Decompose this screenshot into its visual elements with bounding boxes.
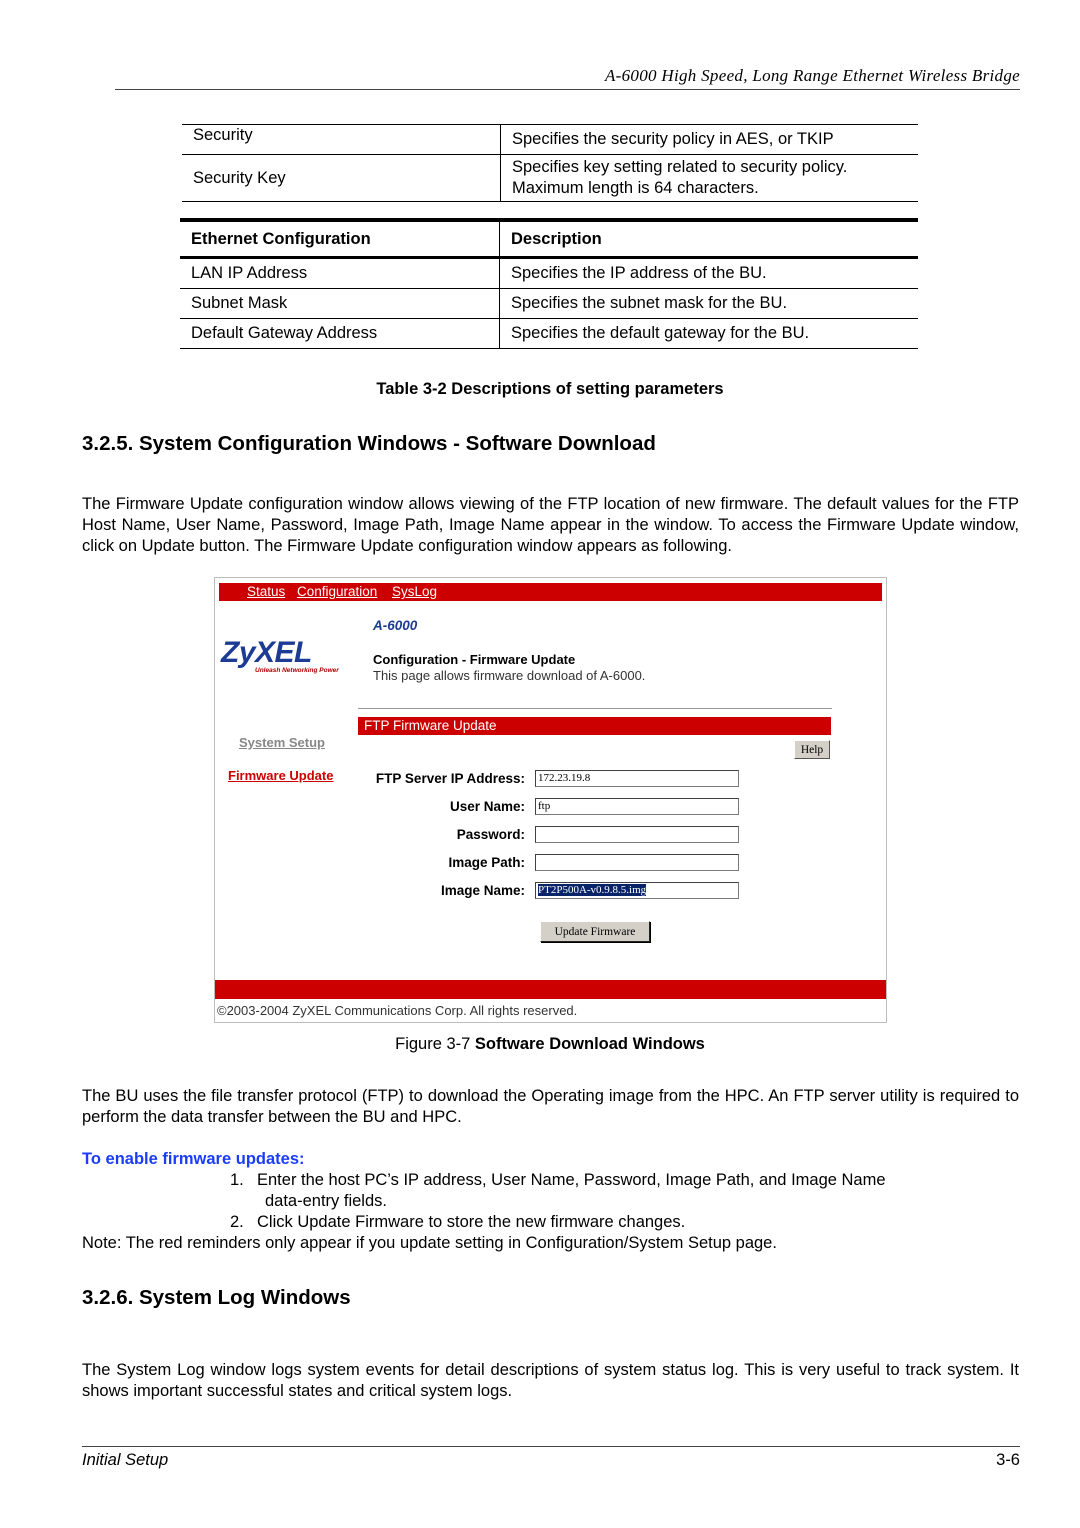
param-name: Default Gateway Address (180, 318, 500, 349)
table-row: LAN IP Address Specifies the IP address … (180, 257, 918, 289)
description-line: Specifies key setting related to securit… (512, 158, 848, 176)
image-name-label: Image Name: (440, 883, 525, 898)
procedure-heading: To enable firmware updates: (82, 1150, 305, 1168)
figure-number: Figure 3-7 (395, 1035, 475, 1053)
param-description: Specifies the subnet mask for the BU. (499, 288, 918, 319)
sidebar-item-system-setup[interactable]: System Setup (239, 735, 325, 750)
running-header: A-6000 High Speed, Long Range Ethernet W… (604, 66, 1020, 85)
ftp-server-ip-label: FTP Server IP Address: (375, 771, 525, 786)
figure-title: Software Download Windows (474, 1035, 705, 1053)
help-button[interactable]: Help (794, 740, 830, 759)
divider (358, 708, 832, 709)
section-heading-326: 3.2.6. System Log Windows (82, 1286, 351, 1309)
step-text: Enter the host PC’s IP address, User Nam… (257, 1171, 886, 1189)
logo-wordmark: ZyXEL (221, 636, 312, 669)
column-header: Description (499, 218, 918, 259)
image-name-input[interactable]: PT2P500A-v0.9.8.5.img (535, 882, 739, 899)
password-input[interactable] (535, 826, 739, 843)
image-path-input[interactable] (535, 854, 739, 871)
param-description: Specifies the security policy in AES, or… (500, 124, 918, 155)
param-name: LAN IP Address (180, 257, 500, 289)
nav-link-status[interactable]: Status (247, 583, 285, 601)
paragraph-text: The System Log window logs system events… (82, 1361, 1019, 1400)
footer-rule (82, 1446, 1020, 1447)
step-number: 2. (230, 1213, 244, 1231)
param-description: Specifies the default gateway for the BU… (499, 318, 918, 349)
nav-link-syslog[interactable]: SysLog (392, 583, 437, 601)
figure-caption: Figure 3-7 Software Download Windows (0, 1035, 1080, 1054)
step-text-continued: data-entry fields. (265, 1192, 387, 1210)
step-number: 1. (230, 1171, 244, 1189)
footer-bar (215, 980, 886, 999)
param-description: Specifies the IP address of the BU. (499, 257, 918, 289)
zyxel-logo: ZyXEL Unleash Networking Power (221, 638, 356, 678)
model-name: A-6000 (373, 618, 418, 633)
header-rule (115, 89, 1020, 90)
section-heading-325: 3.2.5. System Configuration Windows - So… (82, 432, 656, 455)
step-text: Click Update Firmware to store the new f… (257, 1213, 686, 1231)
table-row: Subnet Mask Specifies the subnet mask fo… (180, 288, 918, 319)
section-325-intro: The Firmware Update configuration window… (82, 494, 1019, 557)
column-header: Ethernet Configuration (180, 218, 500, 259)
top-nav-bar: Status Configuration SysLog (219, 583, 882, 601)
user-name-input[interactable]: ftp (535, 798, 739, 815)
param-name: Security (182, 124, 501, 155)
security-table: Security Specifies the security policy i… (182, 124, 918, 202)
update-firmware-button[interactable]: Update Firmware (540, 921, 650, 942)
note-text: Note: The red reminders only appear if y… (82, 1234, 777, 1252)
description-line: Maximum length is 64 characters. (512, 179, 759, 197)
table-row: Security Key Specifies key setting relat… (182, 154, 918, 202)
table-header-row: Ethernet Configuration Description (180, 218, 918, 259)
footer-chapter: Initial Setup (82, 1451, 169, 1469)
copyright-text: ©2003-2004 ZyXEL Communications Corp. Al… (217, 1003, 578, 1018)
section-bar-title: FTP Firmware Update (364, 718, 497, 733)
page-subtitle: This page allows firmware download of A-… (373, 668, 646, 683)
param-name: Security Key (182, 154, 501, 202)
logo-tagline: Unleash Networking Power (255, 667, 339, 674)
paragraph-text: The BU uses the file transfer protocol (… (82, 1087, 1019, 1126)
user-name-label: User Name: (449, 799, 525, 814)
param-description: Specifies key setting related to securit… (500, 154, 918, 202)
selected-text: PT2P500A-v0.9.8.5.img (538, 884, 647, 896)
page-title: Configuration - Firmware Update (373, 652, 576, 667)
page-number: 3-6 (996, 1451, 1020, 1469)
table-row: Default Gateway Address Specifies the de… (180, 318, 918, 349)
nav-link-configuration[interactable]: Configuration (297, 583, 377, 601)
image-path-label: Image Path: (448, 855, 525, 870)
ftp-server-ip-input[interactable]: 172.23.19.8 (535, 770, 739, 787)
ftp-paragraph: The BU uses the file transfer protocol (… (82, 1086, 1019, 1128)
param-name: Subnet Mask (180, 288, 500, 319)
ethernet-config-table: Ethernet Configuration Description LAN I… (180, 218, 918, 349)
table-caption: Table 3-2 Descriptions of setting parame… (376, 380, 724, 398)
password-label: Password: (456, 827, 525, 842)
sidebar-item-firmware-update[interactable]: Firmware Update (228, 768, 333, 783)
table-row: Security Specifies the security policy i… (182, 124, 918, 155)
section-326-body: The System Log window logs system events… (82, 1360, 1019, 1402)
firmware-update-screenshot: Status Configuration SysLog A-6000 ZyXEL… (214, 577, 887, 1023)
section-bar: FTP Firmware Update (358, 717, 831, 735)
paragraph-text: The Firmware Update configuration window… (82, 495, 1019, 555)
